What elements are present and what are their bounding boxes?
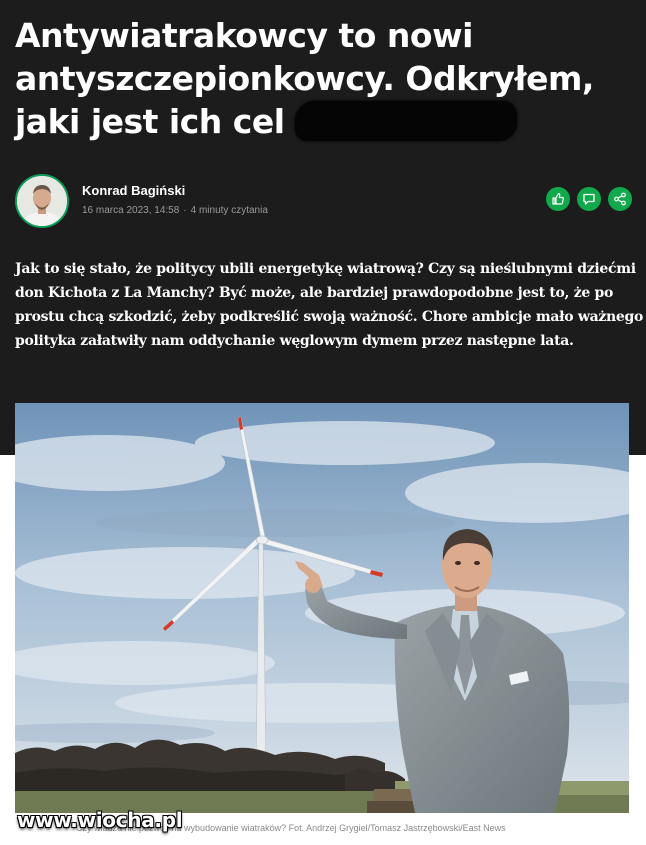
- article-meta: 16 marca 2023, 14:58 · 4 minuty czytania: [82, 205, 268, 216]
- article-lead: Jak to się stało, że politycy ubili ener…: [15, 257, 644, 353]
- lead-line: Jak to się stało, że politycy ubili ener…: [15, 261, 636, 277]
- title-line-text: jaki jest ich cel: [15, 102, 285, 141]
- article-title: Antywiatrakowcy to nowi antyszczepionkow…: [15, 14, 635, 143]
- wind-turbine-politician-image: [15, 403, 629, 813]
- lead-line: don Kichota z La Manchy? Być może, ale b…: [15, 285, 614, 301]
- site-watermark: www.wiocha.pl: [17, 808, 183, 832]
- meta-separator: ·: [183, 205, 187, 216]
- author-avatar[interactable]: [15, 174, 69, 228]
- author-block: Konrad Bagiński 16 marca 2023, 14:58 · 4 m…: [15, 174, 635, 228]
- author-name[interactable]: Konrad Bagiński: [82, 183, 185, 198]
- like-button[interactable]: [546, 187, 570, 211]
- title-line: antyszczepionkowcy. Odkryłem,: [15, 59, 594, 98]
- lead-line: prostu chcą szkodzić, żeby podkreślić sw…: [15, 309, 644, 325]
- reading-time: 4 minuty czytania: [190, 205, 268, 216]
- redaction-scribble: [294, 100, 517, 141]
- comment-button[interactable]: [577, 187, 601, 211]
- share-actions: [546, 187, 632, 211]
- article-photo: [15, 403, 629, 813]
- share-icon: [614, 192, 626, 206]
- share-button[interactable]: [608, 187, 632, 211]
- lead-line: polityka załatwiły nam oddychanie węglow…: [15, 333, 574, 349]
- author-portrait-icon: [17, 176, 67, 226]
- title-line: jaki jest ich cel: [15, 100, 635, 143]
- title-line: Antywiatrakowcy to nowi: [15, 16, 473, 55]
- comment-icon: [583, 193, 595, 205]
- thumbs-up-icon: [552, 192, 564, 205]
- publish-date: 16 marca 2023, 14:58: [82, 205, 180, 216]
